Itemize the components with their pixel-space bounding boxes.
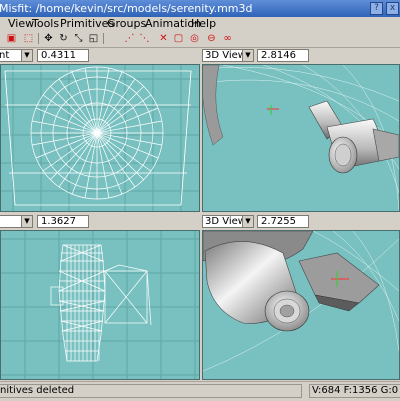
zoom-input-top-right[interactable]: 2.8146	[257, 49, 309, 62]
side-wireframe	[1, 231, 199, 379]
viewport-top-left[interactable]	[0, 64, 200, 212]
bottom-right-controls: 3D View ▼ 2.7255	[200, 214, 400, 229]
status-message: nitives deleted	[0, 384, 302, 398]
top-right-controls: 3D View ▼ 2.8146	[200, 48, 400, 63]
help-button[interactable]: ?	[370, 2, 383, 15]
front-wireframe	[1, 65, 199, 211]
menu-bar: View Tools Primitives Groups Animation H…	[0, 17, 400, 31]
attach-icon[interactable]: ⋰	[123, 32, 136, 45]
view-select-top-right[interactable]: 3D View ▼	[202, 49, 254, 62]
status-bar: nitives deleted V:684 F:1356 G:0 B:0	[0, 381, 400, 401]
menu-groups[interactable]: Groups	[107, 17, 146, 31]
chevron-down-icon: ▼	[242, 216, 253, 227]
3d-model-render	[203, 65, 399, 211]
zoom-input-top-left[interactable]: 0.4311	[37, 49, 89, 62]
view-select-bottom-right[interactable]: 3D View ▼	[202, 215, 254, 228]
toolbar: ▣ ⬚ ✥ ↻ ⤡ ◱ ⋰ ⋱ ✕ ▢ ◎ ⊖ ∞	[0, 31, 400, 48]
view-select-value: nt	[0, 50, 10, 61]
bottom-left-controls: ▼ 1.3627	[0, 214, 200, 229]
menu-view[interactable]: View	[8, 17, 34, 31]
vertex-icon[interactable]: ◱	[87, 32, 100, 45]
model-stats: V:684 F:1356 G:0 B:0	[309, 384, 400, 398]
zoom-input-bottom-left[interactable]: 1.3627	[37, 215, 89, 228]
viewport-bottom-left[interactable]	[0, 230, 200, 380]
menu-tools[interactable]: Tools	[32, 17, 59, 31]
torus-icon[interactable]: ∞	[221, 32, 234, 45]
delete-icon[interactable]: ✕	[157, 32, 170, 45]
3d-model-closeup	[203, 231, 399, 372]
cube-icon[interactable]: ▢	[172, 32, 185, 45]
move-icon[interactable]: ✥	[42, 32, 55, 45]
toolbar-separator	[38, 33, 39, 44]
rotate-icon[interactable]: ↻	[57, 32, 70, 45]
chevron-down-icon: ▼	[242, 50, 253, 61]
zoom-input-bottom-right[interactable]: 2.7255	[257, 215, 309, 228]
view-select-value: 3D View	[205, 216, 246, 227]
select-box-icon[interactable]: ⬚	[22, 32, 35, 45]
viewport-bottom-right[interactable]	[202, 230, 400, 380]
chevron-down-icon: ▼	[21, 50, 32, 61]
view-select-bottom-left[interactable]: ▼	[0, 215, 33, 228]
menu-help[interactable]: Help	[191, 17, 216, 31]
viewport-top-right[interactable]	[202, 64, 400, 212]
title-bar: Misfit: /home/kevin/src/models/serenity.…	[0, 0, 400, 17]
sphere-icon[interactable]: ◎	[188, 32, 201, 45]
view-select-top-left[interactable]: nt ▼	[0, 49, 33, 62]
toolbar-separator	[103, 33, 104, 44]
close-button[interactable]: x	[386, 2, 399, 15]
add-face-icon[interactable]: ⋱	[138, 32, 151, 45]
window-title: Misfit: /home/kevin/src/models/serenity.…	[0, 2, 253, 15]
view-select-value: 3D View	[205, 50, 246, 61]
cylinder-icon[interactable]: ⊖	[205, 32, 218, 45]
select-icon[interactable]: ▣	[5, 32, 18, 45]
scale-icon[interactable]: ⤡	[72, 32, 85, 45]
top-left-controls: nt ▼ 0.4311	[0, 48, 200, 63]
chevron-down-icon: ▼	[21, 216, 32, 227]
